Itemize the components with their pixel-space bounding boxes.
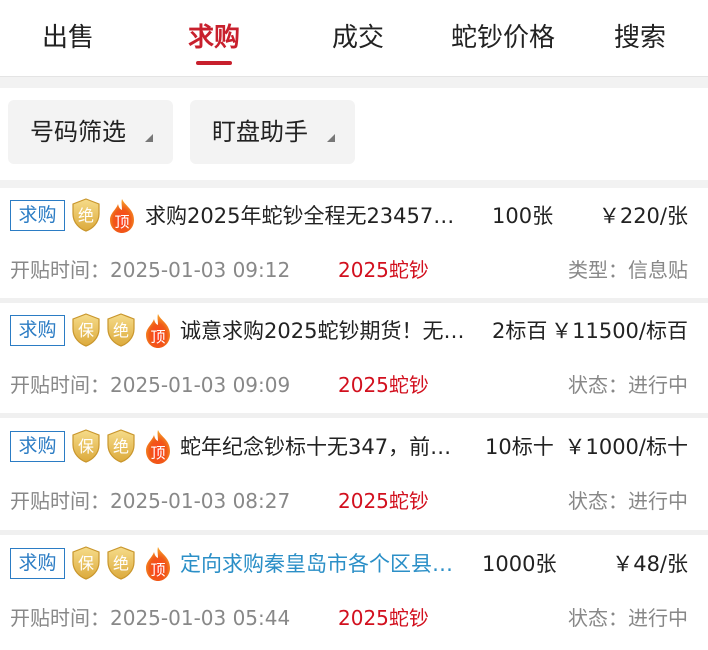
- list-item[interactable]: 求购 保 绝 顶 诚意求购2025蛇钞期货！无… 2标百 ￥11500/标百 开…: [0, 303, 708, 416]
- ding-glyph: 顶: [150, 328, 165, 346]
- listing-price: ￥220/张: [598, 204, 688, 228]
- jue-shield-icon: 绝: [107, 313, 135, 347]
- number-filter-label: 号码筛选: [30, 118, 126, 146]
- listing-post-time: 开贴时间：2025-01-03 05:44: [10, 606, 291, 630]
- list-item[interactable]: 求购 保 绝 顶 定向求购秦皇岛市各个区县… 1000张 ￥48/张 开贴时间：…: [0, 536, 708, 649]
- listing-category-tag[interactable]: 2025蛇钞: [338, 483, 429, 519]
- active-tab-indicator: [196, 61, 232, 65]
- bao-glyph: 保: [78, 554, 94, 573]
- listing-post-time: 开贴时间：2025-01-03 09:12: [10, 258, 291, 282]
- listing-status: 状态：进行中: [568, 373, 688, 397]
- divider: [0, 413, 708, 418]
- ding-glyph: 顶: [114, 213, 129, 231]
- listing-title[interactable]: 定向求购秦皇岛市各个区县…: [180, 544, 470, 584]
- tab-deals[interactable]: 成交: [318, 18, 398, 58]
- tab-search[interactable]: 搜索: [600, 18, 680, 58]
- buy-badge: 求购: [10, 548, 65, 579]
- bao-shield-icon: 保: [72, 313, 100, 347]
- ding-fire-icon: 顶: [146, 547, 170, 581]
- jue-glyph: 绝: [78, 206, 94, 225]
- filter-bar: 号码筛选 盯盘助手: [0, 88, 708, 180]
- jue-glyph: 绝: [113, 437, 129, 456]
- ding-glyph: 顶: [150, 444, 165, 462]
- listing-quantity: 100张: [492, 204, 554, 228]
- listing-quantity: 2标百: [492, 319, 548, 343]
- watch-assistant-dropdown[interactable]: 盯盘助手: [190, 100, 355, 164]
- listing-title[interactable]: 求购2025年蛇钞全程无23457号…: [145, 196, 475, 236]
- tab-buy[interactable]: 求购: [174, 18, 254, 58]
- ding-fire-icon: 顶: [110, 199, 134, 233]
- listing-status: 状态：进行中: [568, 489, 688, 513]
- list-item[interactable]: 求购 绝 顶 求购2025年蛇钞全程无23457号… 100张 ￥220/张 开…: [0, 188, 708, 301]
- bao-shield-icon: 保: [72, 429, 100, 463]
- listing-price: ￥1000/标十: [564, 435, 688, 459]
- listing-title[interactable]: 诚意求购2025蛇钞期货！无…: [180, 311, 475, 351]
- divider: [0, 76, 708, 88]
- listing-category-tag[interactable]: 2025蛇钞: [338, 252, 429, 288]
- ding-fire-icon: 顶: [146, 430, 170, 464]
- jue-shield-icon: 绝: [107, 546, 135, 580]
- tab-snake-note-price[interactable]: 蛇钞价格: [440, 18, 566, 58]
- divider: [0, 530, 708, 535]
- listing-post-time: 开贴时间：2025-01-03 09:09: [10, 373, 291, 397]
- listing-price: ￥48/张: [612, 552, 688, 576]
- listing-category-tag[interactable]: 2025蛇钞: [338, 367, 429, 403]
- divider: [0, 180, 708, 188]
- buy-badge: 求购: [10, 315, 65, 346]
- buy-badge: 求购: [10, 200, 65, 231]
- listing-post-time: 开贴时间：2025-01-03 08:27: [10, 489, 291, 513]
- dropdown-caret-icon: [145, 134, 153, 142]
- listing-status: 类型：信息贴: [568, 258, 688, 282]
- ding-fire-icon: 顶: [146, 314, 170, 348]
- tab-sell[interactable]: 出售: [28, 18, 108, 58]
- listing-price: ￥11500/标百: [551, 319, 688, 343]
- buy-badge: 求购: [10, 431, 65, 462]
- listing-quantity: 1000张: [482, 552, 557, 576]
- listing-quantity: 10标十: [485, 435, 554, 459]
- bao-glyph: 保: [78, 321, 94, 340]
- top-tab-bar: 出售 求购 成交 蛇钞价格 搜索: [0, 0, 708, 76]
- listing-category-tag[interactable]: 2025蛇钞: [338, 600, 429, 636]
- listing-title[interactable]: 蛇年纪念钞标十无347，前…: [180, 427, 470, 467]
- ding-glyph: 顶: [150, 561, 165, 579]
- listing-status: 状态：进行中: [568, 606, 688, 630]
- list-item[interactable]: 求购 保 绝 顶 蛇年纪念钞标十无347，前… 10标十 ￥1000/标十 开贴…: [0, 419, 708, 532]
- jue-shield-icon: 绝: [72, 198, 100, 232]
- watch-assistant-label: 盯盘助手: [212, 118, 308, 146]
- number-filter-dropdown[interactable]: 号码筛选: [8, 100, 173, 164]
- jue-shield-icon: 绝: [107, 429, 135, 463]
- bao-glyph: 保: [78, 437, 94, 456]
- dropdown-caret-icon: [327, 134, 335, 142]
- jue-glyph: 绝: [113, 554, 129, 573]
- jue-glyph: 绝: [113, 321, 129, 340]
- bao-shield-icon: 保: [72, 546, 100, 580]
